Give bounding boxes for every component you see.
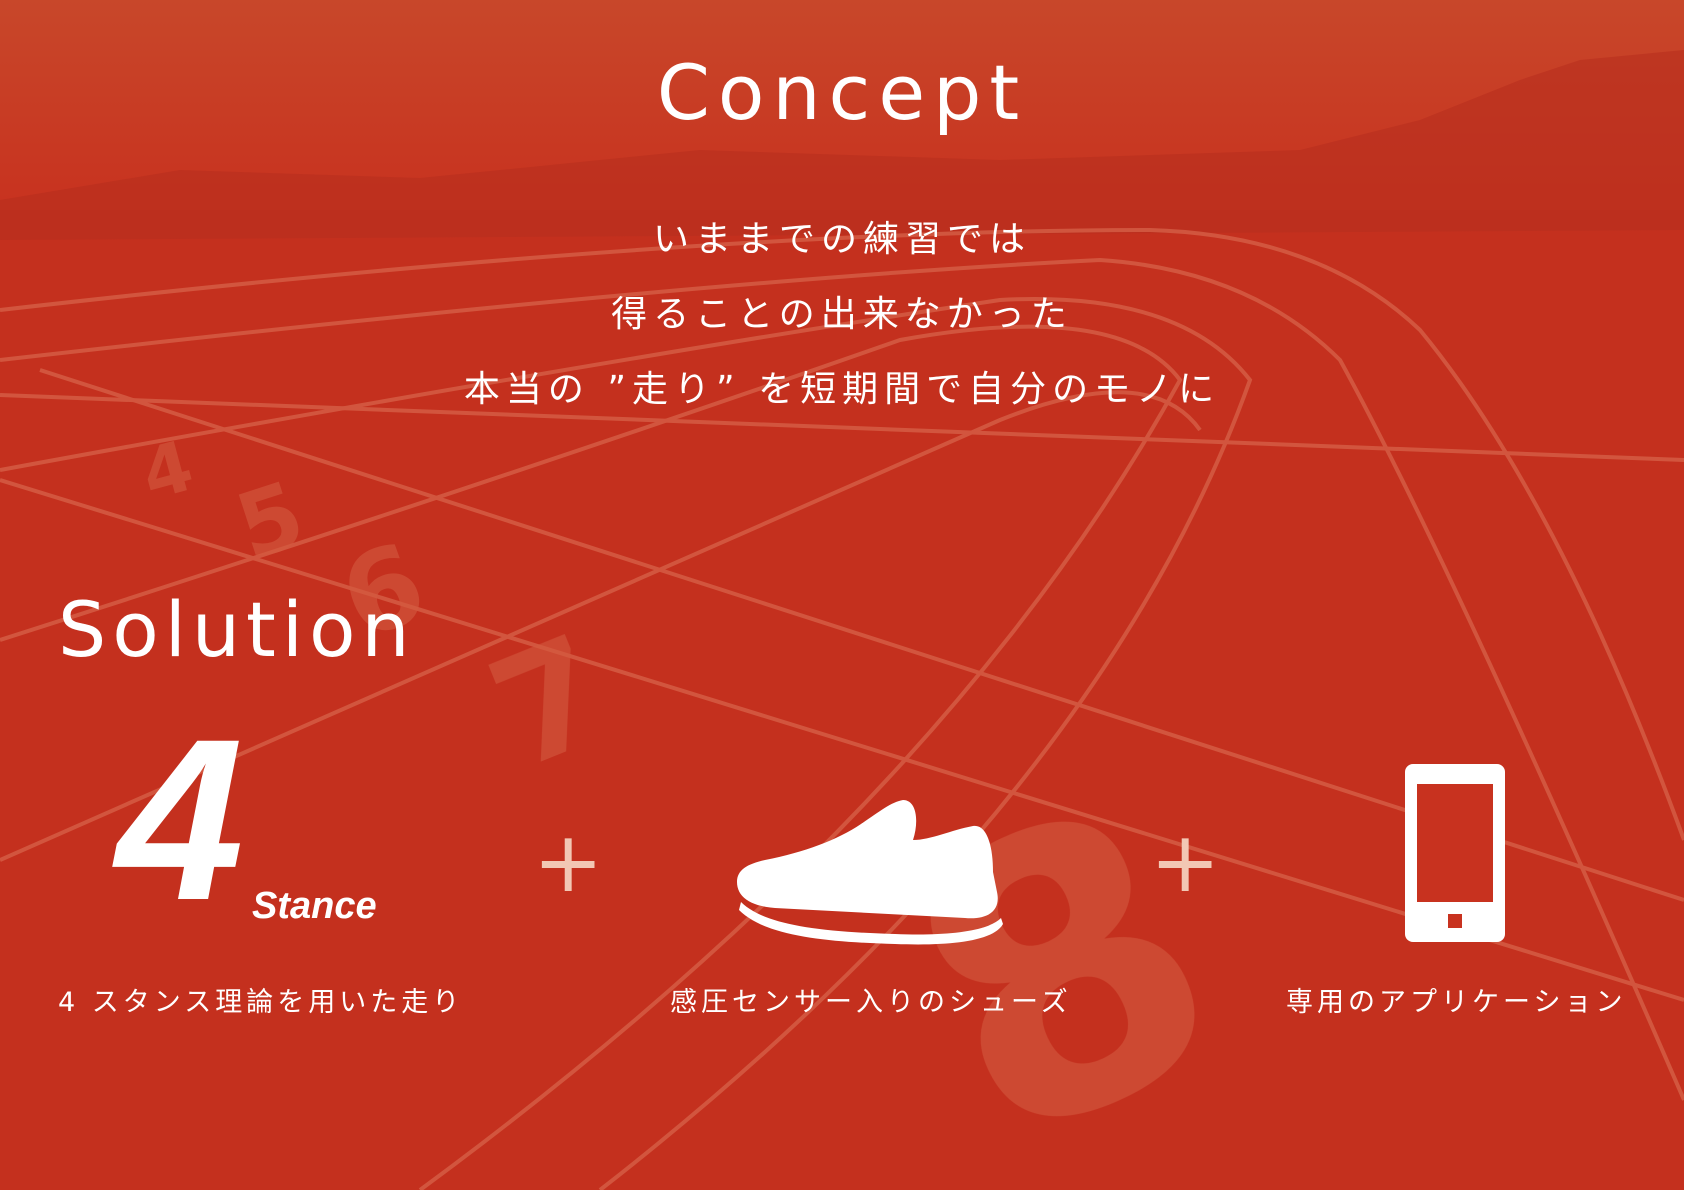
concept-line-3: 本当の ”走り” を短期間で自分のモノに bbox=[463, 369, 1221, 410]
caption-four-stance: 4 スタンス理論を用いた走り bbox=[58, 987, 464, 1018]
concept-line-2: 得ることの出来なかった bbox=[611, 294, 1073, 335]
caption-shoes: 感圧センサー入りのシューズ bbox=[670, 987, 1072, 1018]
concept-text: いままでの練習では 得ることの出来なかった 本当の ”走り” を短期間で自分のモ… bbox=[0, 202, 1684, 427]
smartphone-icon bbox=[1405, 764, 1505, 942]
caption-app: 専用のアプリケーション bbox=[1286, 987, 1627, 1018]
concept-title: Concept bbox=[656, 48, 1028, 137]
page: 4 5 6 7 8 Concept いままでの練習では 得ることの出来なかった … bbox=[0, 0, 1684, 1190]
four-stance-logo: 4 Stance bbox=[116, 705, 406, 935]
plus-sign: + bbox=[533, 813, 604, 911]
concept-line-1: いままでの練習では bbox=[652, 219, 1031, 260]
solution-title: Solution bbox=[58, 585, 416, 674]
shoe-icon bbox=[737, 800, 1003, 945]
plus-sign: + bbox=[1150, 813, 1221, 911]
four-stance-digit: 4 bbox=[116, 691, 244, 948]
four-stance-word: Stance bbox=[252, 885, 377, 927]
